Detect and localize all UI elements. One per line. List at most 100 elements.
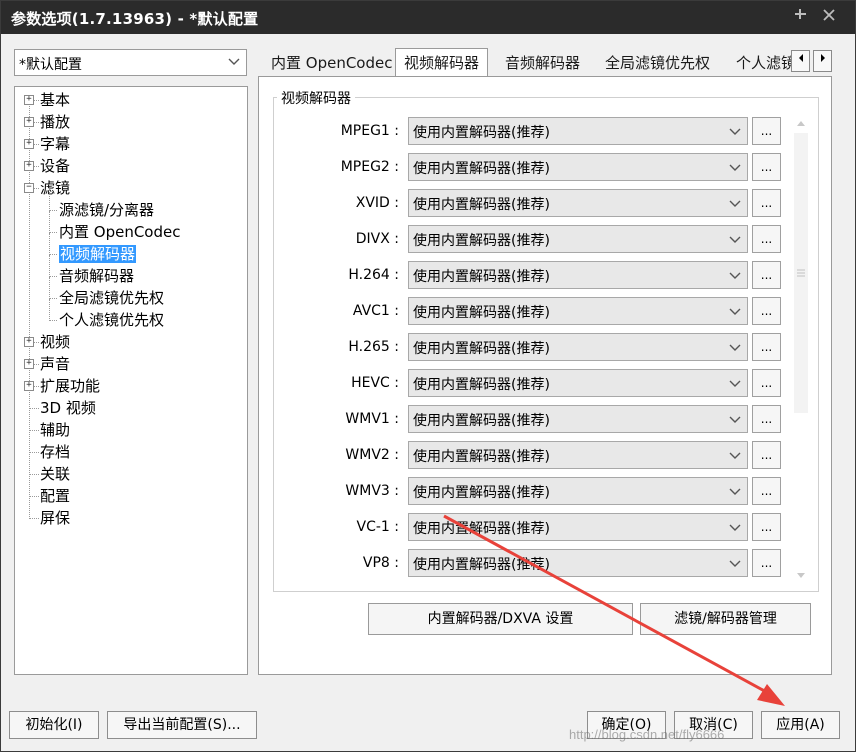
decoder-more-button[interactable]: ... (752, 369, 781, 397)
dxva-settings-button[interactable]: 内置解码器/DXVA 设置 (368, 603, 633, 635)
group-title: 视频解码器 (277, 88, 355, 108)
decoder-select[interactable]: 使用内置解码器(推荐) (408, 189, 748, 217)
decoder-select[interactable]: 使用内置解码器(推荐) (408, 405, 748, 433)
close-icon[interactable] (817, 5, 841, 29)
tab-opencodec[interactable]: 内置 OpenCodec (263, 50, 400, 76)
decoder-label: WMV3 : (345, 483, 399, 499)
tree-item[interactable]: 配置 (40, 486, 70, 506)
tab-audio-decoder[interactable]: 音频解码器 (497, 50, 588, 76)
tree-item-label: 扩展功能 (40, 377, 101, 395)
tree-item-label: 音频解码器 (59, 267, 135, 285)
tab-scroll-right-button[interactable] (813, 50, 832, 72)
decoder-more-button[interactable]: ... (752, 297, 781, 325)
decoder-more-button[interactable]: ... (752, 189, 781, 217)
chevron-down-icon (228, 58, 240, 65)
tree-expander-icon[interactable]: + (24, 337, 34, 347)
tree-item-label: 内置 OpenCodec (59, 223, 181, 241)
tree-item[interactable]: 滤镜 (40, 178, 70, 198)
tree-expander-icon[interactable]: + (24, 139, 34, 149)
tab-scroll-left-button[interactable] (791, 50, 810, 72)
tree-item[interactable]: 内置 OpenCodec (59, 222, 180, 242)
decoder-more-button[interactable]: ... (752, 405, 781, 433)
decoder-more-button[interactable]: ... (752, 441, 781, 469)
decoder-label: VP8 : (362, 555, 399, 571)
decoder-select[interactable]: 使用内置解码器(推荐) (408, 261, 748, 289)
decoder-select[interactable]: 使用内置解码器(推荐) (408, 297, 748, 325)
decoder-scrollbar[interactable] (794, 115, 808, 585)
tree-expander-icon[interactable]: + (24, 95, 34, 105)
title-bar[interactable]: 参数选项(1.7.13963) - *默认配置 (1, 1, 855, 34)
tab-personal-filter[interactable]: 个人滤镜 (728, 50, 798, 76)
chevron-down-icon (729, 200, 741, 207)
tree-item[interactable]: 视频解码器 (59, 244, 137, 264)
tree-item[interactable]: 音频解码器 (59, 266, 134, 286)
tree-item-label: 滤镜 (40, 179, 71, 197)
tree-item[interactable]: 基本 (40, 90, 70, 110)
decoder-select-value: 使用内置解码器(推荐) (413, 449, 550, 465)
preferences-window: 参数选项(1.7.13963) - *默认配置 *默认配置 + 基本 + 播放 + 字幕 +… (0, 0, 856, 752)
tree-item[interactable]: 个人滤镜优先权 (59, 310, 164, 330)
chevron-down-icon (729, 164, 741, 171)
decoder-label: VC-1 : (356, 519, 399, 535)
tree-item[interactable]: 字幕 (40, 134, 70, 154)
decoder-select-value: 使用内置解码器(推荐) (413, 125, 550, 141)
profile-value: *默认配置 (19, 57, 82, 73)
decoder-more-button[interactable]: ... (752, 333, 781, 361)
tree-item-label: 视频 (40, 333, 71, 351)
tree-item[interactable]: 3D 视频 (40, 398, 96, 418)
profile-select[interactable]: *默认配置 (14, 49, 247, 76)
decoder-select[interactable]: 使用内置解码器(推荐) (408, 513, 748, 541)
decoder-select[interactable]: 使用内置解码器(推荐) (408, 369, 748, 397)
decoder-select-value: 使用内置解码器(推荐) (413, 341, 550, 357)
decoder-label: H.265 : (348, 339, 399, 355)
decoder-select[interactable]: 使用内置解码器(推荐) (408, 441, 748, 469)
tree-item-label: 声音 (40, 355, 71, 373)
tree-item[interactable]: 源滤镜/分离器 (59, 200, 154, 220)
tree-item[interactable]: 扩展功能 (40, 376, 100, 396)
chevron-down-icon (729, 236, 741, 243)
tree-item[interactable]: 全局滤镜优先权 (59, 288, 164, 308)
decoder-select[interactable]: 使用内置解码器(推荐) (408, 549, 748, 577)
decoder-more-button[interactable]: ... (752, 153, 781, 181)
export-config-button[interactable]: 导出当前配置(S)... (107, 711, 257, 739)
tab-global-filter-priority[interactable]: 全局滤镜优先权 (597, 50, 718, 76)
tree-expander-icon[interactable]: + (24, 161, 34, 171)
tree-item[interactable]: 存档 (40, 442, 70, 462)
tab-video-decoder[interactable]: 视频解码器 (395, 48, 489, 77)
tree-expander-icon[interactable]: + (24, 359, 34, 369)
settings-tree: + 基本 + 播放 + 字幕 + 设备 − 滤镜源滤镜/分离器内置 OpenCodec 视频解码器音… (14, 86, 248, 675)
initialize-button[interactable]: 初始化(I) (9, 711, 99, 739)
apply-button[interactable]: 应用(A) (761, 711, 840, 739)
decoder-select[interactable]: 使用内置解码器(推荐) (408, 117, 748, 145)
tree-item-label: 源滤镜/分离器 (59, 201, 155, 219)
decoder-select[interactable]: 使用内置解码器(推荐) (408, 225, 748, 253)
tree-item[interactable]: 设备 (40, 156, 70, 176)
tree-item[interactable]: 播放 (40, 112, 70, 132)
decoder-more-button[interactable]: ... (752, 225, 781, 253)
decoder-select[interactable]: 使用内置解码器(推荐) (408, 333, 748, 361)
tree-item[interactable]: 视频 (40, 332, 70, 352)
decoder-more-button[interactable]: ... (752, 513, 781, 541)
decoder-more-button[interactable]: ... (752, 117, 781, 145)
tree-item[interactable]: 关联 (40, 464, 70, 484)
tree-item[interactable]: 屏保 (40, 508, 70, 528)
tree-item[interactable]: 声音 (40, 354, 70, 374)
decoder-select-value: 使用内置解码器(推荐) (413, 521, 550, 537)
decoder-select[interactable]: 使用内置解码器(推荐) (408, 153, 748, 181)
decoder-select-value: 使用内置解码器(推荐) (413, 377, 550, 393)
tree-item-label: 设备 (40, 157, 71, 175)
tree-item[interactable]: 辅助 (40, 420, 70, 440)
filter-manager-button[interactable]: 滤镜/解码器管理 (640, 603, 811, 635)
decoder-select-value: 使用内置解码器(推荐) (413, 485, 550, 501)
tree-item-label: 基本 (40, 91, 71, 109)
pin-icon[interactable] (789, 5, 813, 29)
decoder-select[interactable]: 使用内置解码器(推荐) (408, 477, 748, 505)
decoder-more-button[interactable]: ... (752, 549, 781, 577)
tree-expander-icon[interactable]: − (24, 183, 34, 193)
decoder-more-button[interactable]: ... (752, 477, 781, 505)
tree-expander-icon[interactable]: + (24, 117, 34, 127)
tree-item-label: 存档 (40, 443, 71, 461)
tree-expander-icon[interactable]: + (24, 381, 34, 391)
decoder-more-button[interactable]: ... (752, 261, 781, 289)
tree-item-label: 屏保 (40, 509, 71, 527)
